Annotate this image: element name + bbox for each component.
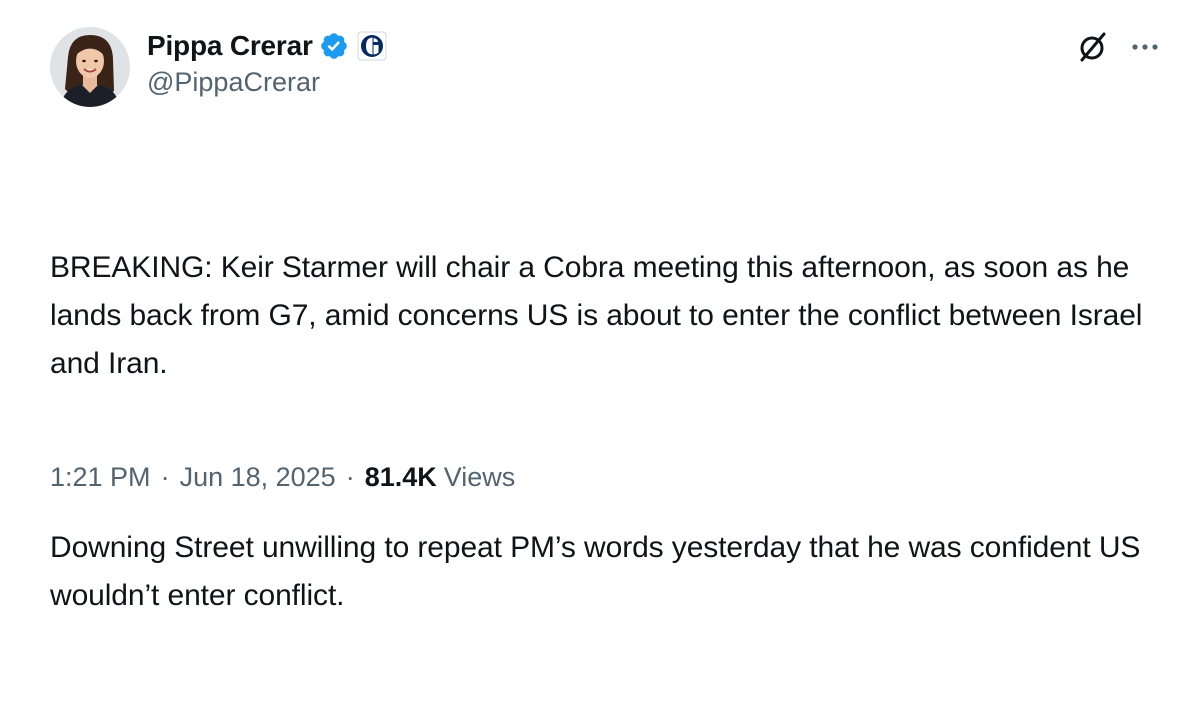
avatar-photo: [50, 27, 130, 107]
tweet-paragraph: Downing Street unwilling to repeat PM’s …: [50, 531, 1149, 612]
views-count[interactable]: 81.4K: [365, 462, 437, 493]
meta-separator: ·: [160, 462, 170, 492]
grok-icon[interactable]: [1076, 30, 1110, 69]
tweet-card: Pippa Crerar @PippaCrerar BREAKING: Keir…: [0, 0, 1180, 612]
guardian-logo-icon[interactable]: [357, 31, 387, 61]
name-row: Pippa Crerar: [147, 27, 387, 65]
top-actions: [1076, 30, 1160, 69]
meta-separator: ·: [345, 462, 355, 492]
avatar[interactable]: [50, 27, 130, 107]
handle[interactable]: @PippaCrerar: [147, 67, 387, 98]
tweet-paragraph: BREAKING: Keir Starmer will chair a Cobr…: [50, 251, 1151, 380]
tweet-time[interactable]: 1:21 PM: [50, 462, 151, 493]
tweet-text: BREAKING: Keir Starmer will chair a Cobr…: [50, 148, 1160, 716]
more-icon[interactable]: [1130, 32, 1160, 67]
display-name[interactable]: Pippa Crerar: [147, 30, 313, 62]
views-label[interactable]: Views: [444, 462, 516, 493]
tweet-meta: 1:21 PM · Jun 18, 2025 · 81.4K Views: [50, 462, 515, 493]
author-block: Pippa Crerar @PippaCrerar: [147, 27, 387, 98]
tweet-date[interactable]: Jun 18, 2025: [180, 462, 336, 493]
verified-badge-icon[interactable]: [319, 31, 349, 61]
